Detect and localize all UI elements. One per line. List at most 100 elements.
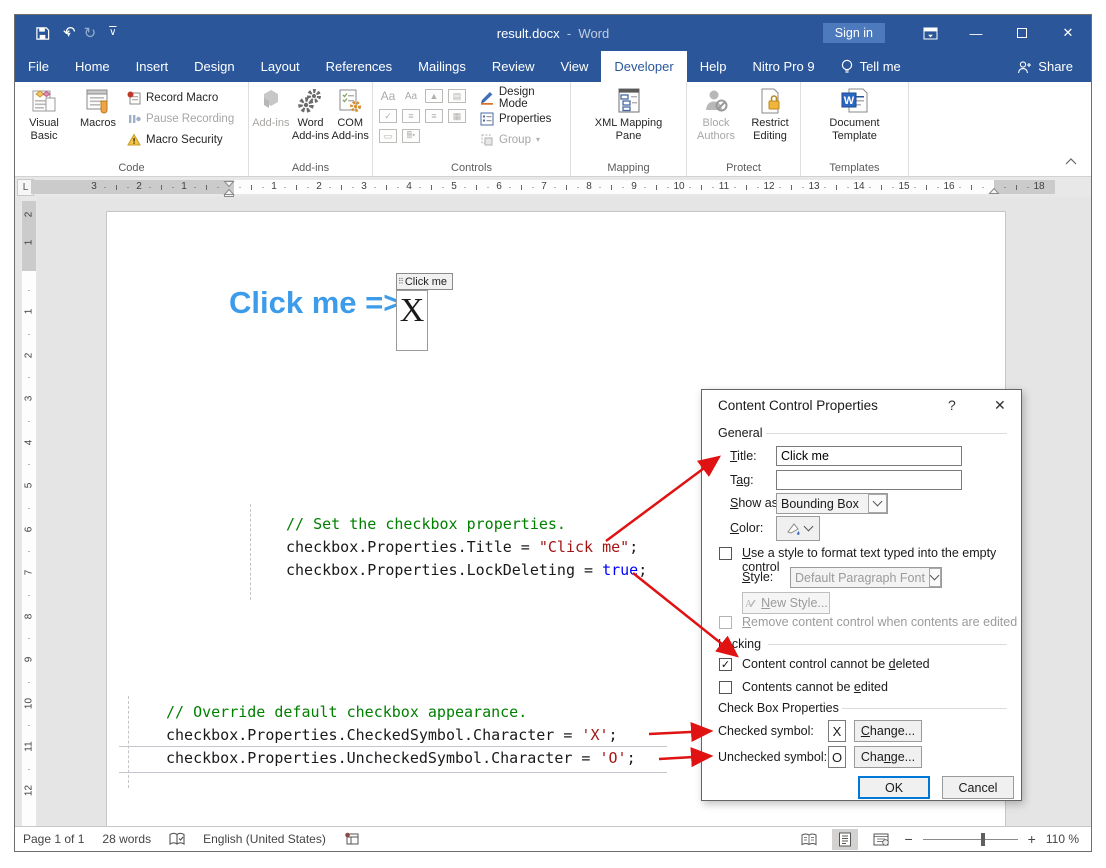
cancel-button[interactable]: Cancel <box>942 776 1014 799</box>
lightbulb-icon <box>841 59 853 75</box>
tab-developer[interactable]: Developer <box>601 51 686 82</box>
change-checked-symbol-button[interactable]: Change... <box>854 720 922 742</box>
tab-view[interactable]: View <box>547 51 601 82</box>
style-dropdown[interactable]: Default Paragraph Font <box>790 567 942 588</box>
horizontal-ruler[interactable]: L 3211234567891011121314151618··········… <box>15 177 1091 197</box>
macro-security-button[interactable]: Macro Security <box>127 130 234 149</box>
visual-basic-button[interactable]: Visual Basic <box>17 84 71 161</box>
restrict-editing-button[interactable]: Restrict Editing <box>743 84 797 161</box>
chevron-down-icon <box>803 522 813 532</box>
read-mode-button[interactable] <box>796 829 822 850</box>
ruler-number: · <box>802 180 805 194</box>
tab-help[interactable]: Help <box>687 51 740 82</box>
ruler-number: · <box>329 180 332 194</box>
tab-layout[interactable]: Layout <box>248 51 313 82</box>
picture-control-icon[interactable]: ▲ <box>425 89 443 103</box>
checked-symbol-preview: X <box>828 720 846 742</box>
proofing-status-icon[interactable] <box>169 832 185 847</box>
new-style-button[interactable]: A New Style... <box>742 592 830 614</box>
ruler-tick <box>161 185 162 190</box>
ruler-number: 2 <box>136 180 142 194</box>
ok-button[interactable]: OK <box>858 776 930 799</box>
word-count[interactable]: 28 words <box>102 832 151 846</box>
hanging-indent-marker[interactable] <box>223 187 236 197</box>
ruler-number: 1 <box>271 180 277 194</box>
color-picker-button[interactable] <box>776 516 820 541</box>
collapse-ribbon-button[interactable] <box>1065 152 1077 170</box>
word-addins-button[interactable]: Word Add-ins <box>291 84 331 161</box>
ruler-number: · <box>21 285 37 295</box>
tab-design[interactable]: Design <box>181 51 247 82</box>
ruler-number: 3 <box>361 180 367 194</box>
record-macro-button[interactable]: Record Macro <box>127 88 234 107</box>
tab-review[interactable]: Review <box>479 51 548 82</box>
checkbox-content-control[interactable]: X <box>396 290 428 351</box>
content-control-tag[interactable]: ⠿ Click me <box>396 273 453 290</box>
cannot-edit-checkbox[interactable] <box>719 681 732 694</box>
addins-icon <box>258 88 284 114</box>
tab-mailings[interactable]: Mailings <box>405 51 479 82</box>
status-bar: Page 1 of 1 28 words English (United Sta… <box>15 826 1091 851</box>
page-indicator[interactable]: Page 1 of 1 <box>23 832 84 846</box>
right-indent-marker[interactable] <box>988 186 1001 195</box>
use-style-checkbox[interactable] <box>719 547 732 560</box>
building-block-control-icon[interactable]: ▤ <box>448 89 466 103</box>
group-label-mapping: Mapping <box>573 161 684 176</box>
vertical-ruler[interactable]: 211·2·3·4·5·6·7·8·9·10·11·12· <box>21 197 37 826</box>
block-authors-button[interactable]: Block Authors <box>689 84 743 161</box>
ruler-number: · <box>847 180 850 194</box>
tab-insert[interactable]: Insert <box>123 51 182 82</box>
dialog-close-icon[interactable]: ✕ <box>994 397 1006 414</box>
language-indicator[interactable]: English (United States) <box>203 832 326 846</box>
cannot-delete-checkbox[interactable]: ✓ <box>719 658 732 671</box>
tab-home[interactable]: Home <box>62 51 123 82</box>
addins-button[interactable]: Add-ins <box>251 84 291 161</box>
tab-nitro-pro-9[interactable]: Nitro Pro 9 <box>739 51 827 82</box>
zoom-slider[interactable] <box>923 839 1018 840</box>
tab-file[interactable]: File <box>15 51 62 82</box>
web-layout-button[interactable] <box>868 829 894 850</box>
macro-recording-icon[interactable] <box>344 832 360 846</box>
tag-field-label: Tag: <box>730 473 754 487</box>
zoom-out-button[interactable]: − <box>904 831 912 847</box>
ruler-tick <box>701 185 702 190</box>
dialog-help-button[interactable]: ? <box>948 397 956 413</box>
pause-recording-button[interactable]: Pause Recording <box>127 109 234 128</box>
combo-box-control-icon[interactable]: ≡ <box>402 109 420 123</box>
show-as-dropdown[interactable]: Bounding Box <box>776 493 888 514</box>
document-template-button[interactable]: W Document Template <box>818 84 892 161</box>
rich-text-control-icon[interactable]: Aa <box>379 89 397 103</box>
legacy-tools-icon[interactable]: 🖩▾ <box>402 129 420 143</box>
xml-mapping-pane-button[interactable]: XML Mapping Pane <box>584 84 674 161</box>
plain-text-control-icon[interactable]: Aa <box>402 89 420 103</box>
group-button[interactable]: Group▾ <box>480 130 566 149</box>
zoom-slider-thumb[interactable] <box>981 833 985 846</box>
repeating-section-control-icon[interactable]: ▭ <box>379 129 397 143</box>
remove-control-checkbox[interactable] <box>719 616 732 629</box>
ruler-number: 14 <box>853 180 864 194</box>
group-label-protect: Protect <box>689 161 798 176</box>
tab-references[interactable]: References <box>313 51 405 82</box>
change-unchecked-symbol-button[interactable]: Change... <box>854 746 922 768</box>
design-mode-button[interactable]: Design Mode <box>480 88 566 107</box>
date-picker-control-icon[interactable]: ▦ <box>448 109 466 123</box>
dropdown-list-control-icon[interactable]: ≡ <box>425 109 443 123</box>
zoom-level[interactable]: 110 % <box>1046 832 1079 846</box>
ruler-number: · <box>487 180 490 194</box>
new-style-icon: A <box>744 598 756 609</box>
properties-button[interactable]: Properties <box>480 109 566 128</box>
macros-button[interactable]: Macros <box>71 84 125 161</box>
ruler-number: · <box>712 180 715 194</box>
com-addins-button[interactable]: COM Add-ins <box>330 84 370 161</box>
ruler-number: 7 <box>24 565 35 581</box>
title-input[interactable] <box>776 446 962 466</box>
print-layout-button[interactable] <box>832 829 858 850</box>
cannot-edit-label: Contents cannot be edited <box>742 680 888 694</box>
checkbox-control-icon[interactable]: ✓ <box>379 109 397 123</box>
ruler-number: 4 <box>24 434 35 450</box>
ruler-number: · <box>689 180 692 194</box>
tag-input[interactable] <box>776 470 962 490</box>
tell-me-box[interactable]: Tell me <box>828 51 914 82</box>
share-button[interactable]: Share <box>999 51 1091 82</box>
zoom-in-button[interactable]: + <box>1028 831 1036 847</box>
